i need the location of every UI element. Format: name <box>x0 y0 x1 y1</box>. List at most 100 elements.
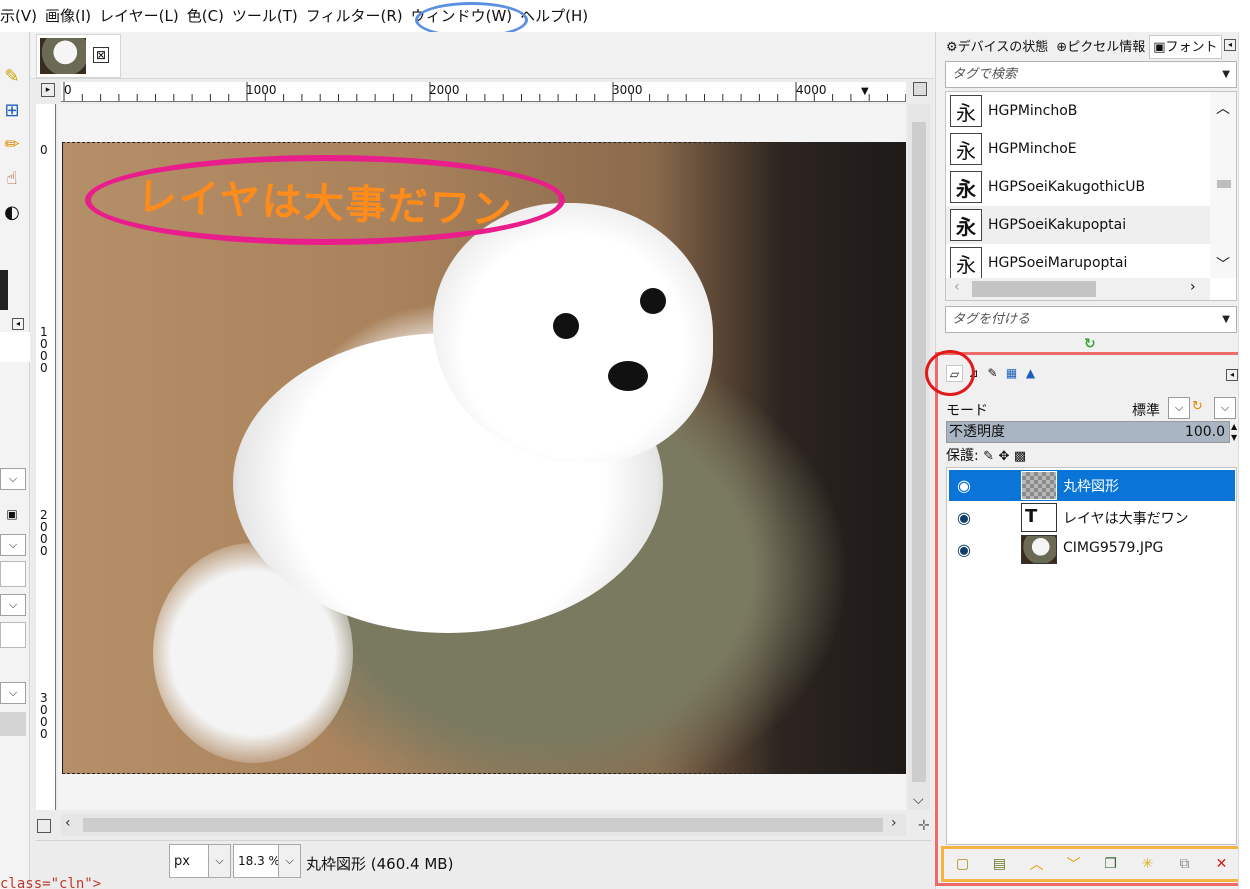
scroll-left-icon[interactable]: ‹ <box>65 815 71 831</box>
menu-tools[interactable]: ツール(T) <box>230 0 304 32</box>
chevron-right-icon[interactable]: › <box>1190 279 1196 295</box>
menu-windows[interactable]: ウィンドウ(W) <box>409 0 519 32</box>
tab-pixel-info[interactable]: ⊕ピクセル情報 <box>1052 35 1149 59</box>
font-item[interactable]: 永 HGPSoeiKakugothicUB <box>946 168 1210 206</box>
image-tab[interactable]: ⊠ <box>36 34 121 78</box>
lower-layer-icon[interactable]: ﹀ <box>1062 854 1086 874</box>
zoom-toggle-icon[interactable] <box>37 819 51 833</box>
layer-list[interactable]: ◉ 丸枠図形 ◉ T レイヤは大事だワン ◉ CIMG9579.JPG <box>946 467 1237 845</box>
tool-option-dropdown-3[interactable]: ⌵ <box>0 594 26 616</box>
horizontal-scrollbar[interactable]: ‹ › <box>61 814 906 836</box>
status-message: 丸枠図形 (460.4 MB) <box>306 855 454 873</box>
font-item[interactable]: 永 HGPMinchoB <box>946 92 1210 130</box>
opacity-slider[interactable]: 不透明度 100.0 <box>946 421 1230 443</box>
zoom-selector[interactable]: 18.3 % ⌵ <box>233 844 301 878</box>
anchor-layer-icon[interactable]: ✳ <box>1136 856 1160 872</box>
tool-option-spinner-1[interactable] <box>0 561 26 587</box>
raise-layer-icon[interactable]: ︿ <box>1025 854 1049 874</box>
panel-config-icon[interactable]: ◂ <box>1224 39 1236 51</box>
chevron-down-icon[interactable]: ▼ <box>1222 307 1230 332</box>
menu-filters[interactable]: フィルター(R) <box>304 0 409 32</box>
lock-alpha-icon[interactable]: ▩ <box>1014 449 1026 464</box>
smudge-icon[interactable]: ☝ <box>0 166 24 190</box>
font-preview-icon: 永 <box>950 171 982 203</box>
vertical-scroll-thumb[interactable] <box>912 122 926 782</box>
canvas-area[interactable]: レイヤは大事だワン <box>58 104 906 810</box>
merge-layer-icon[interactable]: ⧉ <box>1173 856 1197 872</box>
layer-row-selected[interactable]: ◉ 丸枠図形 <box>949 470 1235 501</box>
lock-position-icon[interactable]: ✥ <box>999 449 1010 464</box>
quick-mask-toggle-icon[interactable]: ▸ <box>41 83 55 97</box>
new-layer-icon[interactable]: ▢ <box>951 856 975 872</box>
wand-icon[interactable]: ✎ <box>0 64 24 88</box>
scroll-down-icon[interactable]: ⌵ <box>913 792 924 808</box>
reset-mode-icon[interactable]: ↻ <box>1192 399 1203 414</box>
font-scroll-thumb[interactable] <box>1217 180 1231 188</box>
transform-icon[interactable]: ⊞ <box>0 98 24 122</box>
chevron-down-icon[interactable]: ⌵ <box>278 845 300 877</box>
chevron-down-icon[interactable]: ﹀ <box>1216 254 1230 274</box>
panel-config-icon[interactable]: ◂ <box>1226 369 1238 381</box>
composite-dropdown-icon[interactable]: ⌵ <box>1214 397 1236 419</box>
unit-selector[interactable]: px ⌵ <box>169 844 231 878</box>
layer-row[interactable]: ◉ CIMG9579.JPG <box>949 534 1235 565</box>
panel-config-icon[interactable]: ◂ <box>12 318 24 330</box>
image-canvas[interactable]: レイヤは大事だワン <box>62 142 906 774</box>
menu-help[interactable]: ヘルプ(H) <box>518 0 594 32</box>
tab-device-status[interactable]: ⚙デバイスの状態 <box>942 35 1052 59</box>
navigate-icon[interactable] <box>913 82 927 96</box>
layers-tab-highlight <box>925 350 975 396</box>
tool-option-spinner-2[interactable] <box>0 622 26 648</box>
chevron-down-icon[interactable]: ▼ <box>1222 62 1230 87</box>
font-list-hscroll[interactable]: ‹ › <box>946 278 1210 300</box>
delete-layer-icon[interactable]: ✕ <box>1210 856 1234 872</box>
font-hscroll-thumb[interactable] <box>972 281 1096 297</box>
horizontal-scroll-thumb[interactable] <box>83 818 883 832</box>
background-code-text: class="cln"> <box>0 876 102 889</box>
refresh-icon[interactable]: ↻ <box>1084 336 1096 352</box>
brushes-tab-icon[interactable]: ✎ <box>984 365 1001 382</box>
menu-layer[interactable]: レイヤー(L) <box>97 0 185 32</box>
dodge-icon[interactable]: ◐ <box>0 200 24 224</box>
tag-assign-field[interactable]: タグを付ける ▼ <box>945 306 1237 333</box>
menu-image[interactable]: 画像(I) <box>43 0 97 32</box>
eye-icon[interactable]: ◉ <box>949 476 979 495</box>
font-item[interactable]: 永 HGPSoeiMarupoptai <box>946 244 1210 282</box>
chevron-down-icon[interactable]: ⌵ <box>208 845 230 877</box>
font-item-selected[interactable]: 永 HGPSoeiKakupoptai <box>946 206 1210 244</box>
text-layer-icon: T <box>1021 503 1057 532</box>
pencil-icon[interactable]: ✏ <box>0 132 24 156</box>
layer-row[interactable]: ◉ T レイヤは大事だワン <box>949 502 1235 533</box>
duplicate-layer-icon[interactable]: ❐ <box>1099 856 1123 872</box>
menu-colors[interactable]: 色(C) <box>185 0 230 32</box>
tool-option-slider[interactable] <box>0 712 26 736</box>
font-list[interactable]: 永 HGPMinchoB 永 HGPMinchoE 永 HGPSoeiKakug… <box>945 91 1237 301</box>
menu-view[interactable]: 示(V) <box>0 0 43 32</box>
photo-dog-nose <box>608 361 648 391</box>
vruler-digit: 0 <box>40 727 48 741</box>
chevron-left-icon[interactable]: ‹ <box>954 279 960 295</box>
tag-search-field[interactable]: タグで検索 ▼ <box>945 61 1237 88</box>
close-icon[interactable]: ⊠ <box>93 47 109 63</box>
image-window: ⊠ ▸ 0 1000 2000 3000 4000 ▼ 0 1000 2000 … <box>31 32 934 889</box>
color-swatch[interactable] <box>0 270 8 310</box>
eye-icon[interactable]: ◉ <box>949 508 979 527</box>
font-item[interactable]: 永 HGPMinchoE <box>946 130 1210 168</box>
tool-option-dropdown-1[interactable]: ⌵ <box>0 468 26 490</box>
tool-option-dropdown-4[interactable]: ⌵ <box>0 682 26 704</box>
tool-option-dropdown-2[interactable]: ⌵ <box>0 534 26 556</box>
scroll-right-icon[interactable]: › <box>891 815 897 831</box>
tab-fonts[interactable]: ▣フォント <box>1149 35 1222 59</box>
font-list-vscroll[interactable]: ︿ ﹀ <box>1210 92 1236 278</box>
histogram-tab-icon[interactable]: ▲ <box>1022 365 1039 382</box>
chevron-down-icon[interactable]: ⌵ <box>1168 397 1190 419</box>
mode-value[interactable]: 標準 <box>1132 400 1160 420</box>
chevron-up-icon[interactable]: ︿ <box>1216 98 1230 118</box>
ruler-label-1000: 1000 <box>246 83 277 97</box>
patterns-tab-icon[interactable]: ▦ <box>1003 365 1020 382</box>
eye-icon[interactable]: ◉ <box>949 540 979 559</box>
vertical-scrollbar[interactable]: ⌵ <box>908 104 930 810</box>
lock-pixels-icon[interactable]: ✎ <box>983 449 994 464</box>
navigate-cross-icon[interactable]: ✛ <box>918 818 930 834</box>
new-layer-group-icon[interactable]: ▤ <box>988 856 1012 872</box>
